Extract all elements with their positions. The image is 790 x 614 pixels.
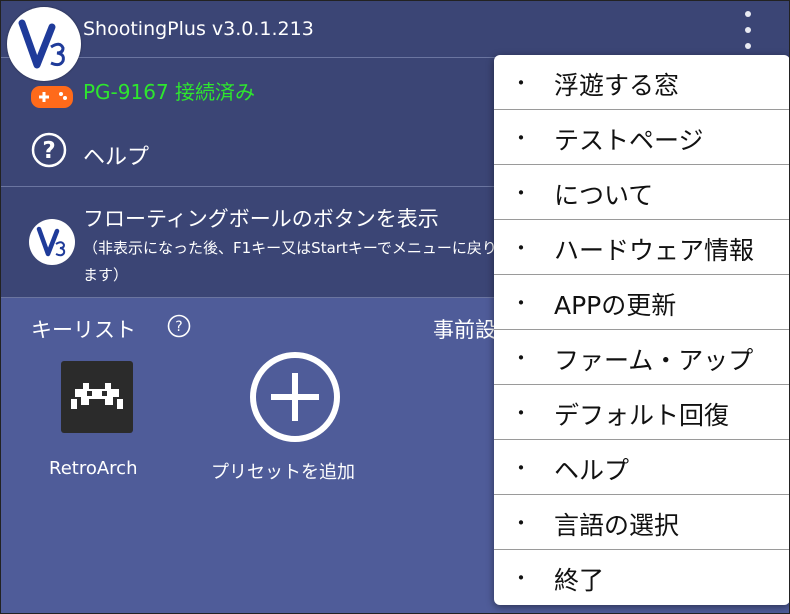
- menu-item-label: 言語の選択: [554, 511, 680, 540]
- menu-bullet: ・: [511, 291, 531, 315]
- menu-item-label: ヘルプ: [554, 456, 630, 485]
- menu-item-hardware-info[interactable]: ・ ハードウェア情報: [494, 220, 789, 275]
- floating-ball-description: （非表示になった後、F1キー又はStartキーでメニューに戻ります）: [83, 239, 497, 284]
- svg-text:?: ?: [175, 319, 182, 335]
- menu-bullet: ・: [511, 511, 531, 535]
- gamepad-icon: [31, 86, 73, 108]
- svg-text:?: ?: [42, 138, 55, 164]
- retroarch-icon[interactable]: [61, 361, 133, 433]
- menu-bullet: ・: [511, 401, 531, 425]
- menu-item-label: ハードウェア情報: [554, 236, 755, 265]
- menu-item-label: テストページ: [554, 126, 704, 155]
- menu-bullet: ・: [511, 236, 531, 260]
- menu-item-help[interactable]: ・ ヘルプ: [494, 440, 789, 495]
- menu-bullet: ・: [511, 126, 531, 150]
- add-preset-label[interactable]: プリセットを追加: [211, 458, 355, 484]
- overflow-menu-icon[interactable]: [739, 9, 757, 51]
- menu-item-app-update[interactable]: ・ APPの更新: [494, 275, 789, 330]
- key-list-help-icon[interactable]: ?: [167, 314, 191, 338]
- app-bar: ShootingPlus v3.0.1.213: [1, 1, 789, 56]
- device-status: PG-9167 接続済み: [83, 80, 256, 104]
- app-title: ShootingPlus v3.0.1.213: [83, 18, 314, 40]
- add-circle-icon[interactable]: [249, 351, 341, 443]
- menu-bullet: ・: [511, 346, 531, 370]
- key-list-label: キーリスト: [31, 318, 136, 342]
- menu-bullet: ・: [511, 566, 531, 590]
- app-logo: [7, 7, 81, 81]
- menu-bullet: ・: [511, 71, 531, 95]
- app-window: ShootingPlus v3.0.1.213 PG-9167 接続済み ? ヘ…: [0, 0, 790, 614]
- menu-item-exit[interactable]: ・ 終了: [494, 550, 789, 604]
- menu-item-restore-defaults[interactable]: ・ デフォルト回復: [494, 385, 789, 440]
- floating-ball-title: フローティングボールのボタンを表示: [83, 207, 439, 231]
- menu-item-about[interactable]: ・ について: [494, 165, 789, 220]
- menu-item-label: デフォルト回復: [554, 401, 730, 430]
- menu-item-label: 浮遊する窓: [554, 71, 680, 100]
- menu-item-language[interactable]: ・ 言語の選択: [494, 495, 789, 550]
- menu-item-floating-window[interactable]: ・ 浮遊する窓: [494, 55, 789, 110]
- menu-item-label: ファーム・アップ: [554, 346, 754, 375]
- menu-item-test-page[interactable]: ・ テストページ: [494, 110, 789, 165]
- menu-item-firmware-update[interactable]: ・ ファーム・アップ: [494, 330, 789, 385]
- overflow-menu: ・ 浮遊する窓 ・ テストページ ・ について ・ ハードウェア情報 ・ APP…: [494, 55, 789, 605]
- menu-item-label: APPの更新: [554, 291, 677, 320]
- menu-item-label: 終了: [554, 566, 605, 595]
- retroarch-label[interactable]: RetroArch: [49, 458, 137, 479]
- floating-ball-logo-icon: [29, 219, 75, 265]
- help-circle-icon: ?: [31, 132, 67, 168]
- menu-bullet: ・: [511, 456, 531, 480]
- help-label: ヘルプ: [83, 145, 150, 170]
- menu-bullet: ・: [511, 181, 531, 205]
- menu-item-label: について: [554, 181, 654, 210]
